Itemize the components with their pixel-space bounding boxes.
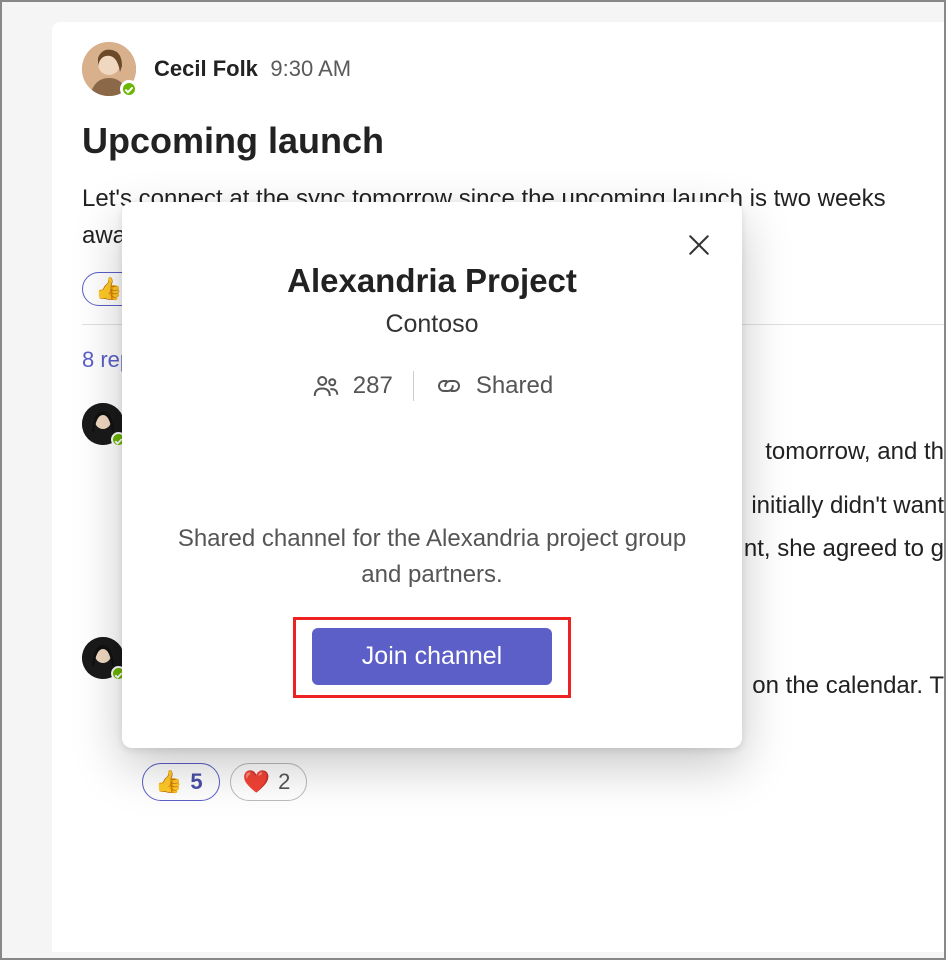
shared-stat: Shared — [434, 371, 553, 401]
member-count-stat: 287 — [311, 371, 393, 401]
post-header-text: Cecil Folk 9:30 AM — [154, 56, 351, 82]
join-channel-button[interactable]: Join channel — [312, 628, 552, 685]
reply-avatar-wrap[interactable] — [82, 637, 124, 679]
reaction-count: 2 — [278, 769, 290, 795]
channel-info-popover: Alexandria Project Contoso 287 Shared Sh… — [122, 202, 742, 748]
post-timestamp: 9:30 AM — [270, 56, 351, 81]
thumbs-up-icon: 👍 — [95, 278, 122, 300]
people-icon — [311, 371, 341, 401]
presence-available-icon — [120, 80, 138, 98]
post-title: Upcoming launch — [82, 120, 944, 162]
post-header: Cecil Folk 9:30 AM — [82, 42, 944, 96]
close-icon — [684, 230, 714, 260]
shared-label: Shared — [476, 372, 553, 400]
member-count-value: 287 — [353, 372, 393, 400]
author-name[interactable]: Cecil Folk — [154, 56, 258, 81]
channel-stats-row: 287 Shared — [162, 371, 702, 401]
reply-reactions-row: 👍 5 ❤️ 2 — [142, 763, 944, 801]
channel-title: Alexandria Project — [162, 262, 702, 300]
channel-description: Shared channel for the Alexandria projec… — [162, 521, 702, 593]
heart-icon: ❤️ — [243, 771, 270, 793]
close-button[interactable] — [684, 230, 714, 260]
channel-org: Contoso — [162, 310, 702, 339]
stat-divider — [413, 371, 414, 401]
reaction-thumbs[interactable]: 👍 5 — [142, 763, 220, 801]
reaction-heart[interactable]: ❤️ 2 — [230, 763, 308, 801]
reaction-count: 5 — [190, 769, 202, 795]
author-avatar-wrap[interactable] — [82, 42, 136, 96]
link-icon — [434, 371, 464, 401]
join-button-highlight-box: Join channel — [293, 617, 571, 698]
thumbs-up-icon: 👍 — [155, 771, 182, 793]
reply-avatar-wrap[interactable] — [82, 403, 124, 445]
